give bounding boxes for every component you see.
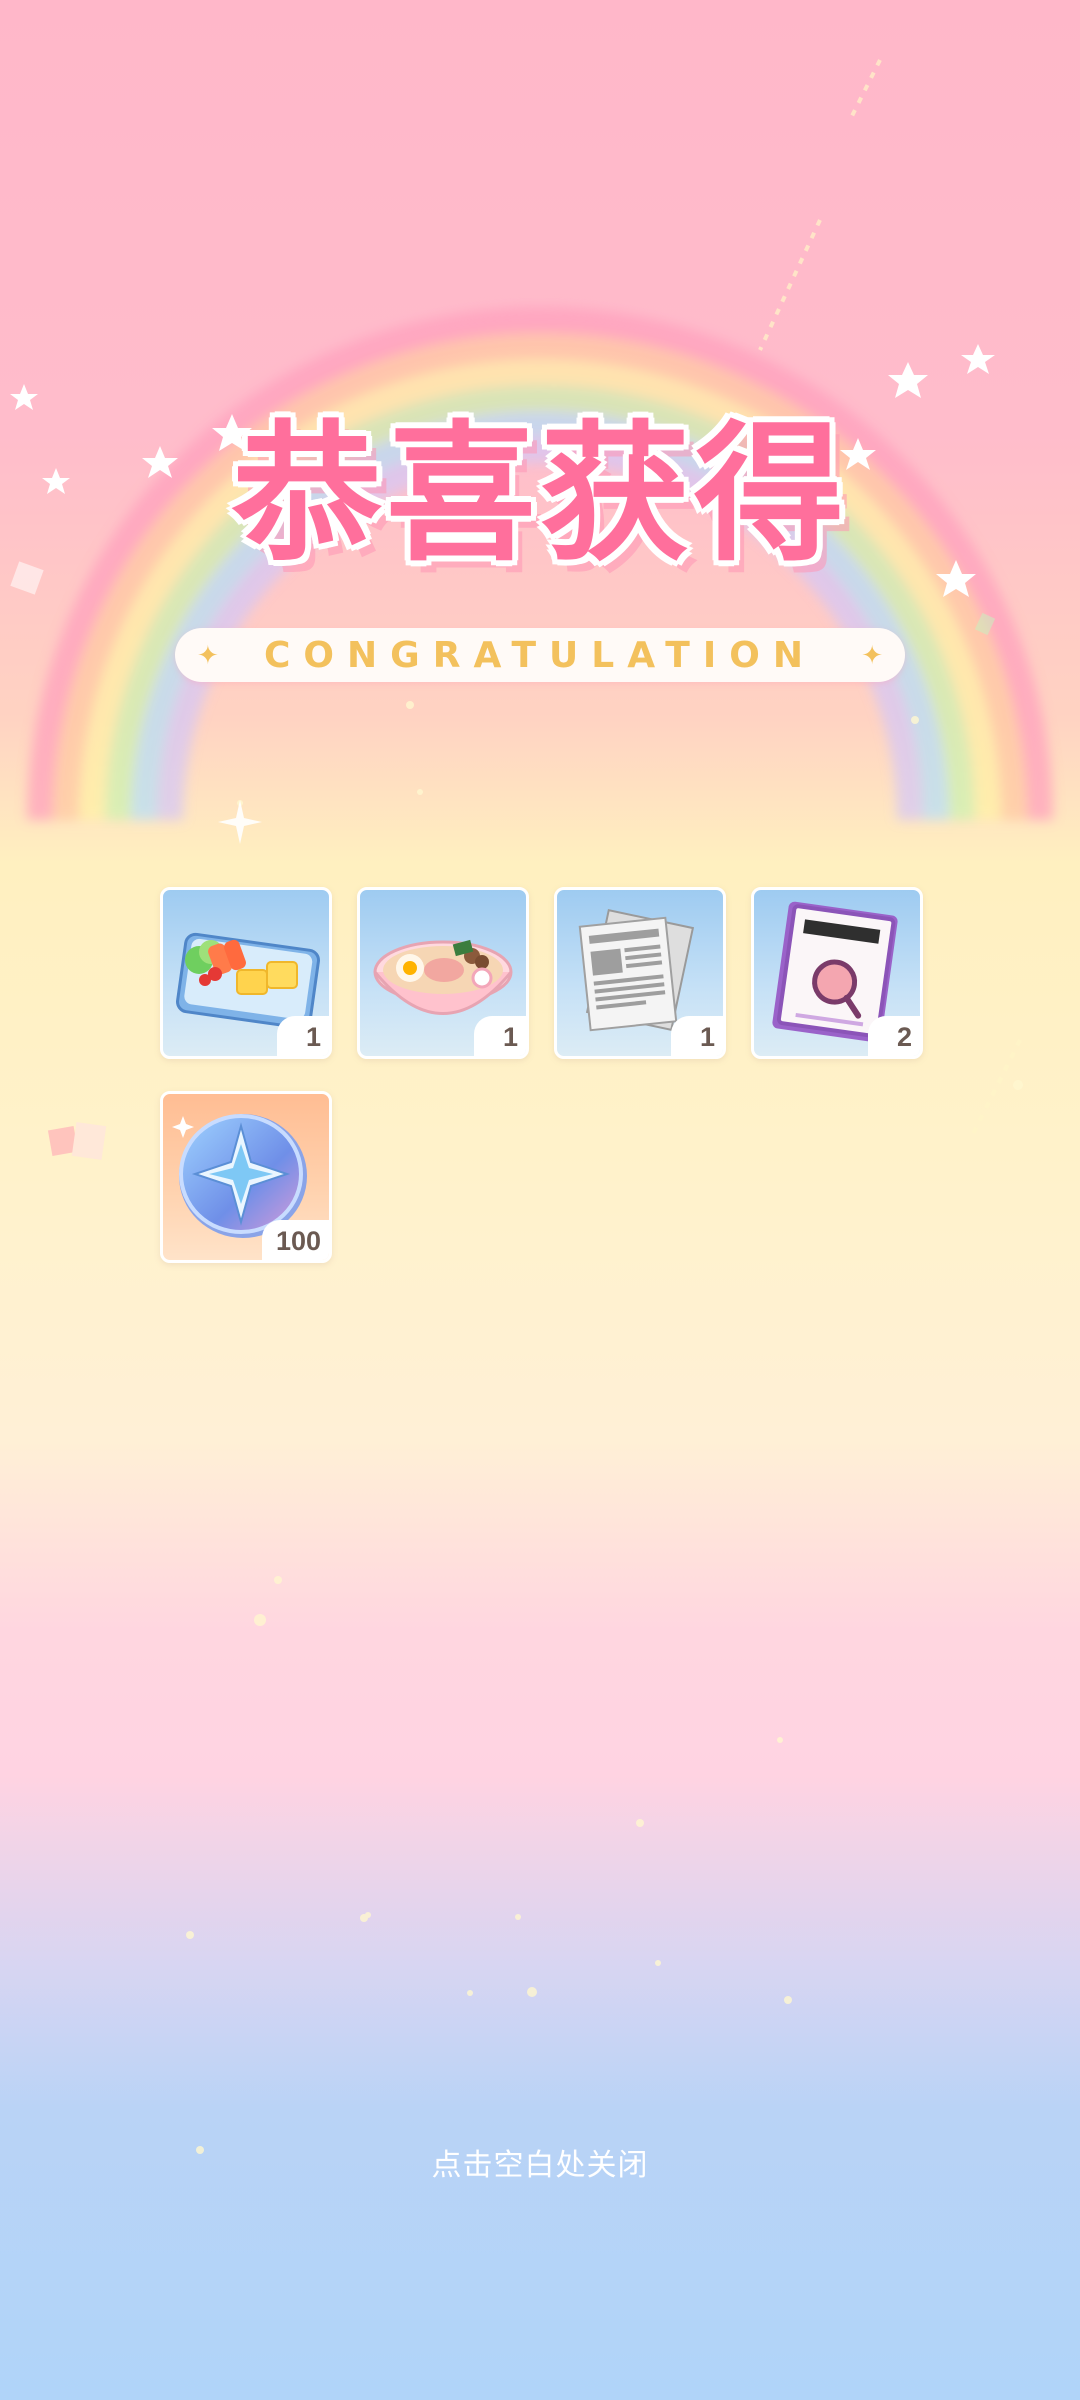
reward-item[interactable]: 100	[160, 1091, 332, 1263]
page-title: 恭喜获得	[231, 408, 848, 582]
reward-item[interactable]: 1	[357, 887, 529, 1059]
star-icon	[888, 362, 928, 398]
item-count: 100	[261, 1220, 329, 1260]
star-icon	[10, 384, 38, 410]
item-count: 1	[671, 1016, 723, 1056]
sparkle-icon: ✦	[197, 641, 219, 671]
subtitle-text: CONGRATULATION	[264, 634, 816, 676]
item-count: 1	[277, 1016, 329, 1056]
reward-item[interactable]: 1	[554, 887, 726, 1059]
item-count: 2	[868, 1016, 920, 1056]
subtitle-banner: ✦ CONGRATULATION ✦	[175, 628, 905, 682]
sparkle-icon: ✦	[861, 641, 883, 671]
close-hint-text[interactable]: 点击空白处关闭	[0, 2140, 1080, 2184]
item-count: 1	[474, 1016, 526, 1056]
star-icon	[961, 344, 995, 374]
reward-item[interactable]: 2	[751, 887, 923, 1059]
reward-item[interactable]: 1	[160, 887, 332, 1059]
title-area: 恭喜获得	[0, 420, 1080, 570]
